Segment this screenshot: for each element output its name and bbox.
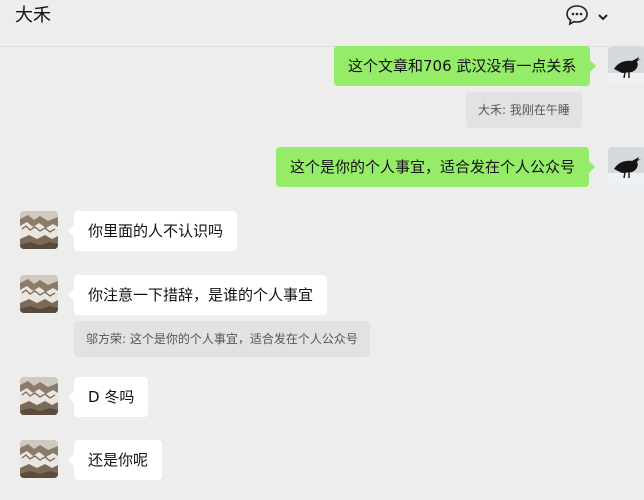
landscape-avatar[interactable] xyxy=(20,440,58,478)
outgoing-message[interactable]: 这个文章和706 武汉没有一点关系 xyxy=(334,46,597,86)
incoming-message[interactable]: 你注意一下措辞，是谁的个人事宜 xyxy=(67,275,328,315)
incoming-message[interactable]: D 冬吗 xyxy=(67,377,149,417)
incoming-message[interactable]: 你里面的人不认识吗 xyxy=(67,211,238,251)
landscape-avatar[interactable] xyxy=(20,377,58,415)
chat-bubble-icon[interactable] xyxy=(565,4,589,26)
chevron-down-icon[interactable] xyxy=(597,8,609,21)
chat-title: 大禾 xyxy=(15,5,51,26)
crow-avatar[interactable] xyxy=(608,147,644,185)
quoted-reply[interactable]: 邬方荣: 这个是你的个人事宜，适合发在个人公众号 xyxy=(74,321,370,357)
incoming-message[interactable]: 还是你呢 xyxy=(67,440,163,480)
chat-header: 大禾 xyxy=(0,0,644,47)
outgoing-message[interactable]: 这个是你的个人事宜，适合发在个人公众号 xyxy=(276,147,596,187)
quoted-reply[interactable]: 大禾: 我刚在午睡 xyxy=(466,92,582,128)
landscape-avatar[interactable] xyxy=(20,211,58,249)
crow-avatar[interactable] xyxy=(608,47,644,85)
landscape-avatar[interactable] xyxy=(20,275,58,313)
